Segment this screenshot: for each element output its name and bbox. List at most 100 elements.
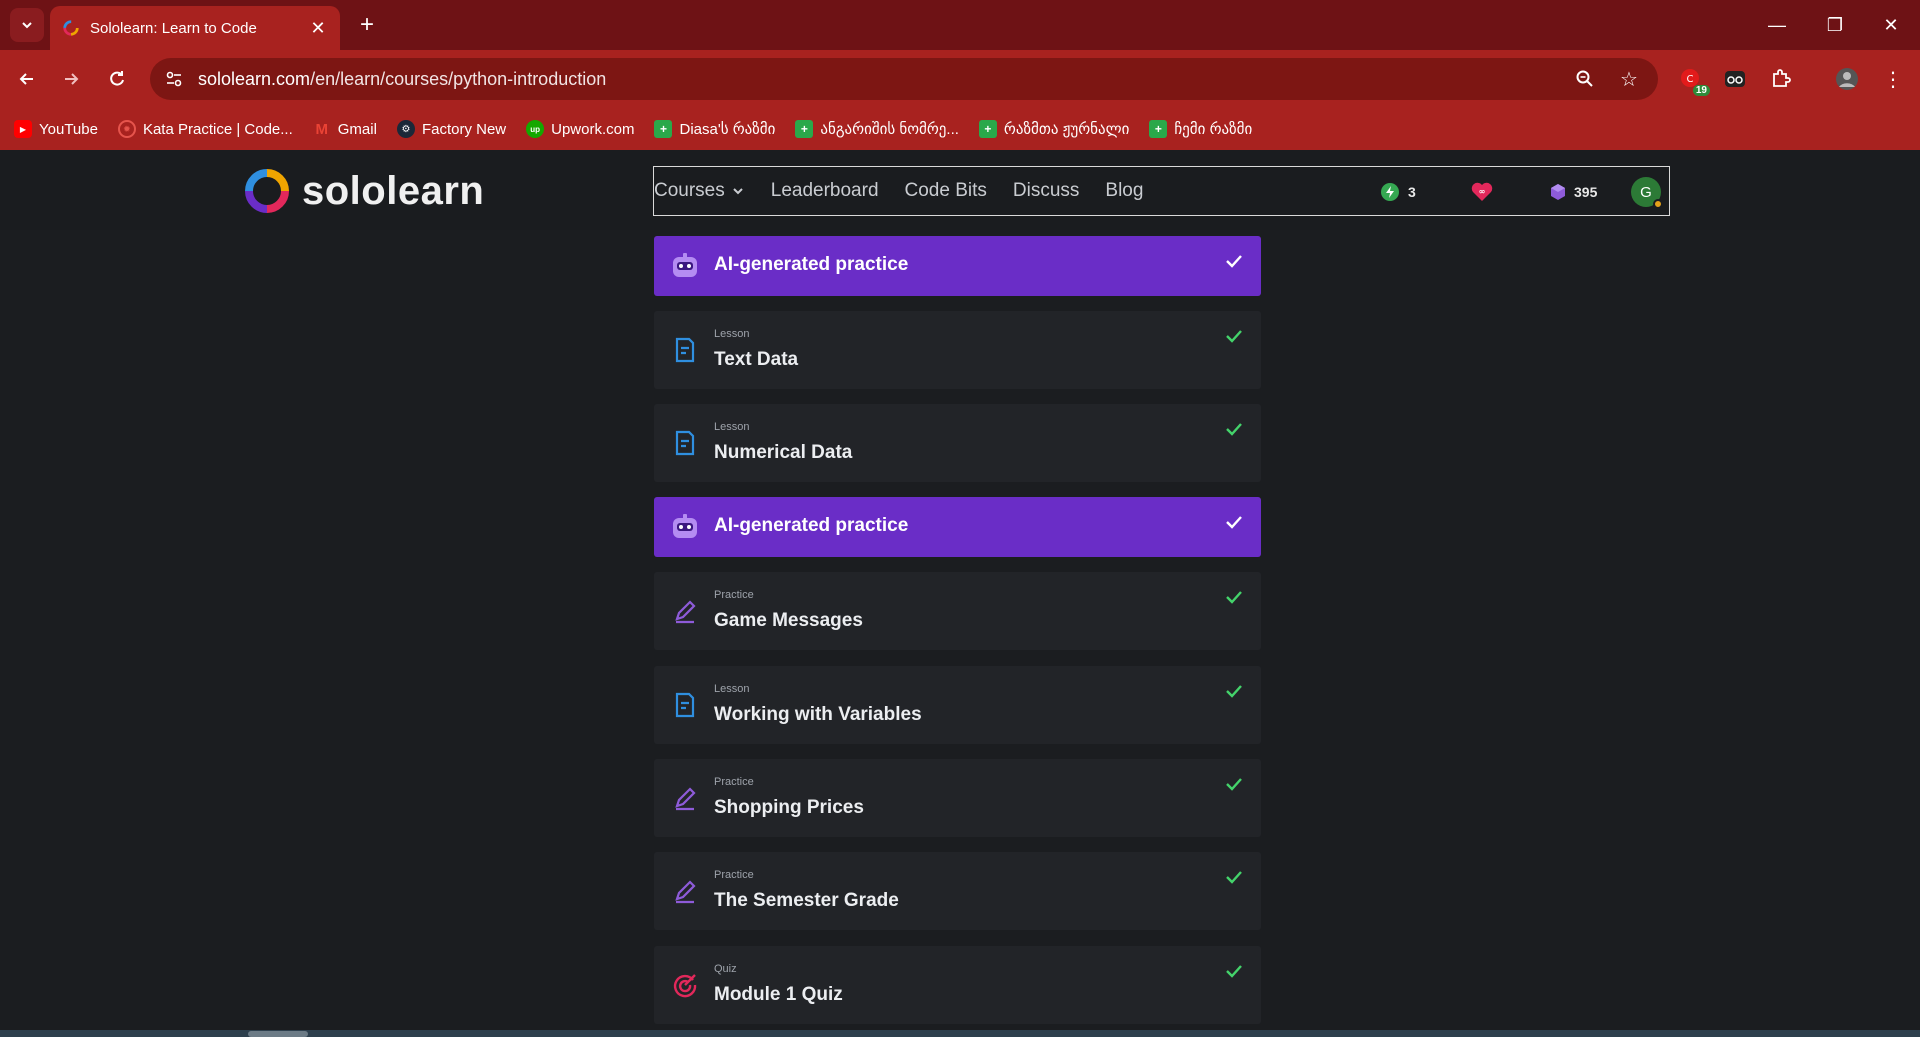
arrow-left-icon — [19, 73, 33, 85]
hearts-counter[interactable]: ∞ — [1470, 167, 1494, 217]
quiz-target-icon — [670, 970, 700, 1000]
nav-discuss[interactable]: Discuss — [1013, 180, 1080, 202]
arrow-right-icon — [65, 73, 79, 85]
sololearn-logo[interactable]: sololearn — [244, 168, 484, 214]
bookmarks-bar: ▶ YouTube ✹ Kata Practice | Code... M Gm… — [0, 108, 1920, 150]
restore-button[interactable]: ❐ — [1806, 0, 1864, 50]
plus-square-icon: + — [795, 120, 814, 138]
user-avatar[interactable]: G — [1631, 177, 1663, 209]
item-kind: Practice — [714, 869, 754, 881]
practice-pencil-icon — [670, 596, 700, 626]
browser-tab-bar: Sololearn: Learn to Code ✕ + — ❐ ✕ — [0, 0, 1920, 50]
item-kind: Lesson — [714, 683, 750, 695]
check-icon — [1223, 586, 1245, 608]
check-icon — [1223, 511, 1245, 533]
bookmark-upwork[interactable]: up Upwork.com — [526, 120, 634, 138]
profile-button[interactable] — [1830, 62, 1864, 96]
scrollbar-thumb[interactable] — [248, 1031, 308, 1037]
item-kind: Quiz — [714, 963, 737, 975]
close-window-button[interactable]: ✕ — [1862, 0, 1920, 50]
steam-icon: ⚙ — [396, 120, 415, 138]
item-title: Numerical Data — [714, 442, 853, 463]
check-icon — [1223, 325, 1245, 347]
list-item-lesson[interactable]: Lesson Numerical Data — [654, 404, 1261, 482]
nav-leaderboard[interactable]: Leaderboard — [771, 180, 879, 202]
item-title: The Semester Grade — [714, 890, 899, 911]
profile-avatar-icon — [1836, 68, 1858, 90]
list-item-quiz[interactable]: Quiz Module 1 Quiz — [654, 946, 1261, 1024]
youtube-icon: ▶ — [14, 120, 32, 138]
check-icon — [1223, 680, 1245, 702]
back-button[interactable] — [10, 62, 44, 96]
item-title: Text Data — [714, 349, 799, 370]
glasses-icon — [1725, 71, 1745, 87]
gmail-icon: M — [315, 120, 329, 138]
logo-text: sololearn — [302, 168, 485, 213]
lightning-icon — [1381, 183, 1399, 201]
bookmark-my-squad[interactable]: + ჩემი რაზმი — [1149, 120, 1252, 138]
bookmark-gmail[interactable]: M Gmail — [313, 120, 377, 138]
chevron-down-icon — [22, 22, 32, 29]
item-title: Game Messages — [714, 610, 863, 631]
plus-square-icon: + — [1149, 120, 1168, 138]
reload-icon — [110, 71, 124, 86]
check-icon — [1223, 960, 1245, 982]
chevron-down-icon — [733, 188, 743, 195]
streak-counter[interactable]: 3 — [1380, 167, 1416, 217]
practice-pencil-icon — [670, 876, 700, 906]
item-title: AI-generated practice — [714, 515, 909, 536]
ai-bot-icon — [670, 512, 700, 542]
lesson-document-icon — [670, 335, 700, 365]
reload-button[interactable] — [100, 62, 134, 96]
item-kind: Practice — [714, 776, 754, 788]
nav-code-bits[interactable]: Code Bits — [905, 180, 987, 202]
zoom-icon[interactable] — [1570, 64, 1600, 94]
gem-icon — [1551, 184, 1565, 200]
sololearn-favicon-icon — [63, 20, 79, 36]
avatar-status-dot — [1653, 199, 1663, 209]
list-item-practice[interactable]: Practice Shopping Prices — [654, 759, 1261, 837]
list-item-ai-practice[interactable]: AI-generated practice — [654, 236, 1261, 296]
lesson-document-icon — [670, 690, 700, 720]
check-icon — [1223, 418, 1245, 440]
list-item-lesson[interactable]: Lesson Working with Variables — [654, 666, 1261, 744]
extension-badge-button[interactable]: C 19 — [1674, 62, 1710, 96]
codewars-icon: ✹ — [117, 120, 136, 138]
list-item-ai-practice[interactable]: AI-generated practice — [654, 497, 1261, 557]
browser-menu-button[interactable]: ⋮ — [1876, 62, 1910, 96]
puzzle-icon — [1773, 69, 1791, 87]
url-text[interactable]: sololearn.com/en/learn/courses/python-in… — [198, 69, 1556, 90]
check-icon — [1223, 773, 1245, 795]
nav-courses[interactable]: Courses — [654, 180, 745, 202]
svg-text:∞: ∞ — [1479, 187, 1486, 196]
list-item-practice[interactable]: Practice The Semester Grade — [654, 852, 1261, 930]
browser-tab-active[interactable]: Sololearn: Learn to Code ✕ — [50, 6, 340, 50]
nav-blog[interactable]: Blog — [1105, 180, 1143, 202]
bookmark-diasa[interactable]: + Diasa'ს რაზმი — [654, 120, 775, 138]
item-title: Working with Variables — [714, 704, 922, 725]
bookmark-star-icon[interactable]: ☆ — [1614, 64, 1644, 94]
tab-search-dropdown[interactable] — [10, 8, 44, 42]
bookmark-squad-journal[interactable]: + რაზმთა ჟურნალი — [978, 120, 1129, 138]
forward-button[interactable] — [54, 62, 88, 96]
gems-counter[interactable]: 395 — [1550, 167, 1597, 217]
bookmark-account-numbers[interactable]: + ანგარიშის ნომრე... — [795, 120, 959, 138]
list-item-practice[interactable]: Practice Game Messages — [654, 572, 1261, 650]
minimize-button[interactable]: — — [1748, 0, 1806, 50]
new-tab-button[interactable]: + — [352, 10, 382, 40]
extension-glasses-button[interactable] — [1718, 62, 1752, 96]
site-header: sololearn Courses Leaderboard Code Bits … — [0, 150, 1920, 230]
address-bar[interactable]: sololearn.com/en/learn/courses/python-in… — [150, 58, 1658, 100]
bookmark-kata[interactable]: ✹ Kata Practice | Code... — [117, 120, 293, 138]
url-path: /en/learn/courses/python-introduction — [310, 68, 607, 89]
practice-pencil-icon — [670, 783, 700, 813]
extensions-button[interactable] — [1764, 62, 1798, 96]
tab-title: Sololearn: Learn to Code — [90, 19, 257, 37]
tab-close-icon[interactable]: ✕ — [308, 18, 328, 39]
item-title: AI-generated practice — [714, 254, 909, 275]
list-item-lesson[interactable]: Lesson Text Data — [654, 311, 1261, 389]
bookmark-youtube[interactable]: ▶ YouTube — [14, 120, 98, 138]
item-kind: Lesson — [714, 328, 750, 340]
main-navigation: Courses Leaderboard Code Bits Discuss Bl… — [653, 166, 1670, 216]
bookmark-factory-new[interactable]: ⚙ Factory New — [396, 120, 506, 138]
